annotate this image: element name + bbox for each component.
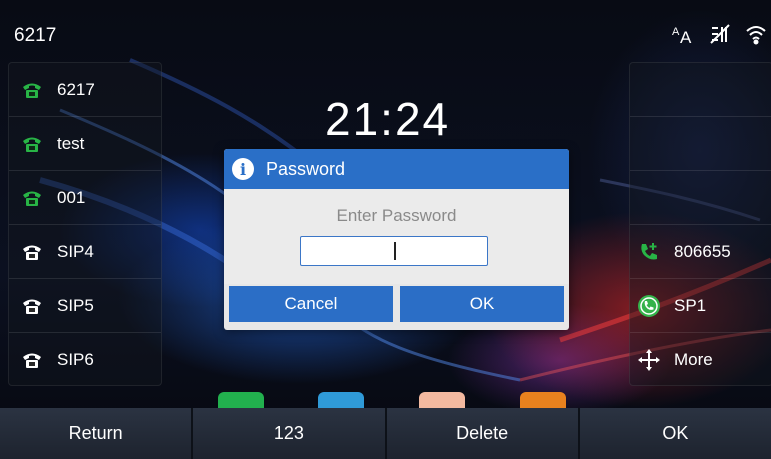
more-arrows-icon <box>636 348 662 372</box>
phone-white-icon <box>19 294 45 318</box>
font-size-icon: AA <box>671 23 697 51</box>
phone-green-icon <box>19 132 45 156</box>
info-icon: i <box>232 158 254 180</box>
svg-text:A: A <box>680 28 692 45</box>
line-key-sip5[interactable]: SIP5 <box>9 279 94 332</box>
password-prompt: Enter Password <box>336 206 457 225</box>
line-key-label: test <box>57 133 85 153</box>
line-key-label: SIP6 <box>57 349 94 369</box>
dock-app-icon-peach[interactable] <box>419 392 465 408</box>
line-key-label: 001 <box>57 187 86 207</box>
line-key-sip4[interactable]: SIP4 <box>9 225 94 278</box>
clock-time: 21:24 <box>325 93 451 145</box>
network-off-icon <box>707 23 733 51</box>
line-key-6217[interactable]: 6217 <box>9 63 95 116</box>
line-key-test[interactable]: test <box>9 117 84 170</box>
cancel-button[interactable]: Cancel <box>229 286 393 322</box>
function-key-label: More <box>674 349 713 369</box>
line-key-label: SIP5 <box>57 295 94 315</box>
function-key-label: SP1 <box>674 295 707 315</box>
line-key-sip6[interactable]: SIP6 <box>9 333 94 386</box>
line-key-label: 6217 <box>57 79 95 99</box>
softkey-bar: Return 123 Delete OK <box>0 408 771 459</box>
return-softkey[interactable]: Return <box>0 408 192 459</box>
dialog-header: i Password <box>224 149 569 189</box>
line-key-001[interactable]: 001 <box>9 171 85 224</box>
speed-dial-icon <box>636 240 662 264</box>
speed-dial-806655[interactable]: 806655 <box>630 225 731 278</box>
phone-white-icon <box>19 348 45 372</box>
text-caret <box>394 242 396 260</box>
svg-text:A: A <box>672 26 680 38</box>
dock-app-icon-orange[interactable] <box>520 392 566 408</box>
function-keys-panel: 806655 SP1 More <box>629 62 771 386</box>
phone-green-icon <box>19 186 45 210</box>
line-key-label: SIP4 <box>57 241 94 261</box>
wifi-icon <box>743 23 769 51</box>
ok-softkey[interactable]: OK <box>577 408 771 459</box>
phone-white-icon <box>19 240 45 264</box>
function-key-label: 806655 <box>674 241 731 261</box>
delete-softkey[interactable]: Delete <box>384 408 578 459</box>
account-label: 6217 <box>14 25 57 46</box>
dock-app-icon-green[interactable] <box>218 392 264 408</box>
dialog-body: Enter Password <box>224 189 569 284</box>
dock-app-icon-blue[interactable] <box>318 392 364 408</box>
call-circle-icon <box>636 294 662 318</box>
ok-button[interactable]: OK <box>400 286 564 322</box>
function-key-sp1[interactable]: SP1 <box>630 279 706 332</box>
line-keys-panel: 6217 test 001 SIP4 SIP5 SIP6 <box>8 62 162 386</box>
status-bar: 6217 AA <box>0 12 771 58</box>
input-method-softkey[interactable]: 123 <box>191 408 385 459</box>
password-dialog: i Password Enter Password Cancel OK <box>224 149 569 330</box>
phone-green-icon <box>19 78 45 102</box>
dialog-title: Password <box>266 158 346 179</box>
more-button[interactable]: More <box>630 333 713 386</box>
